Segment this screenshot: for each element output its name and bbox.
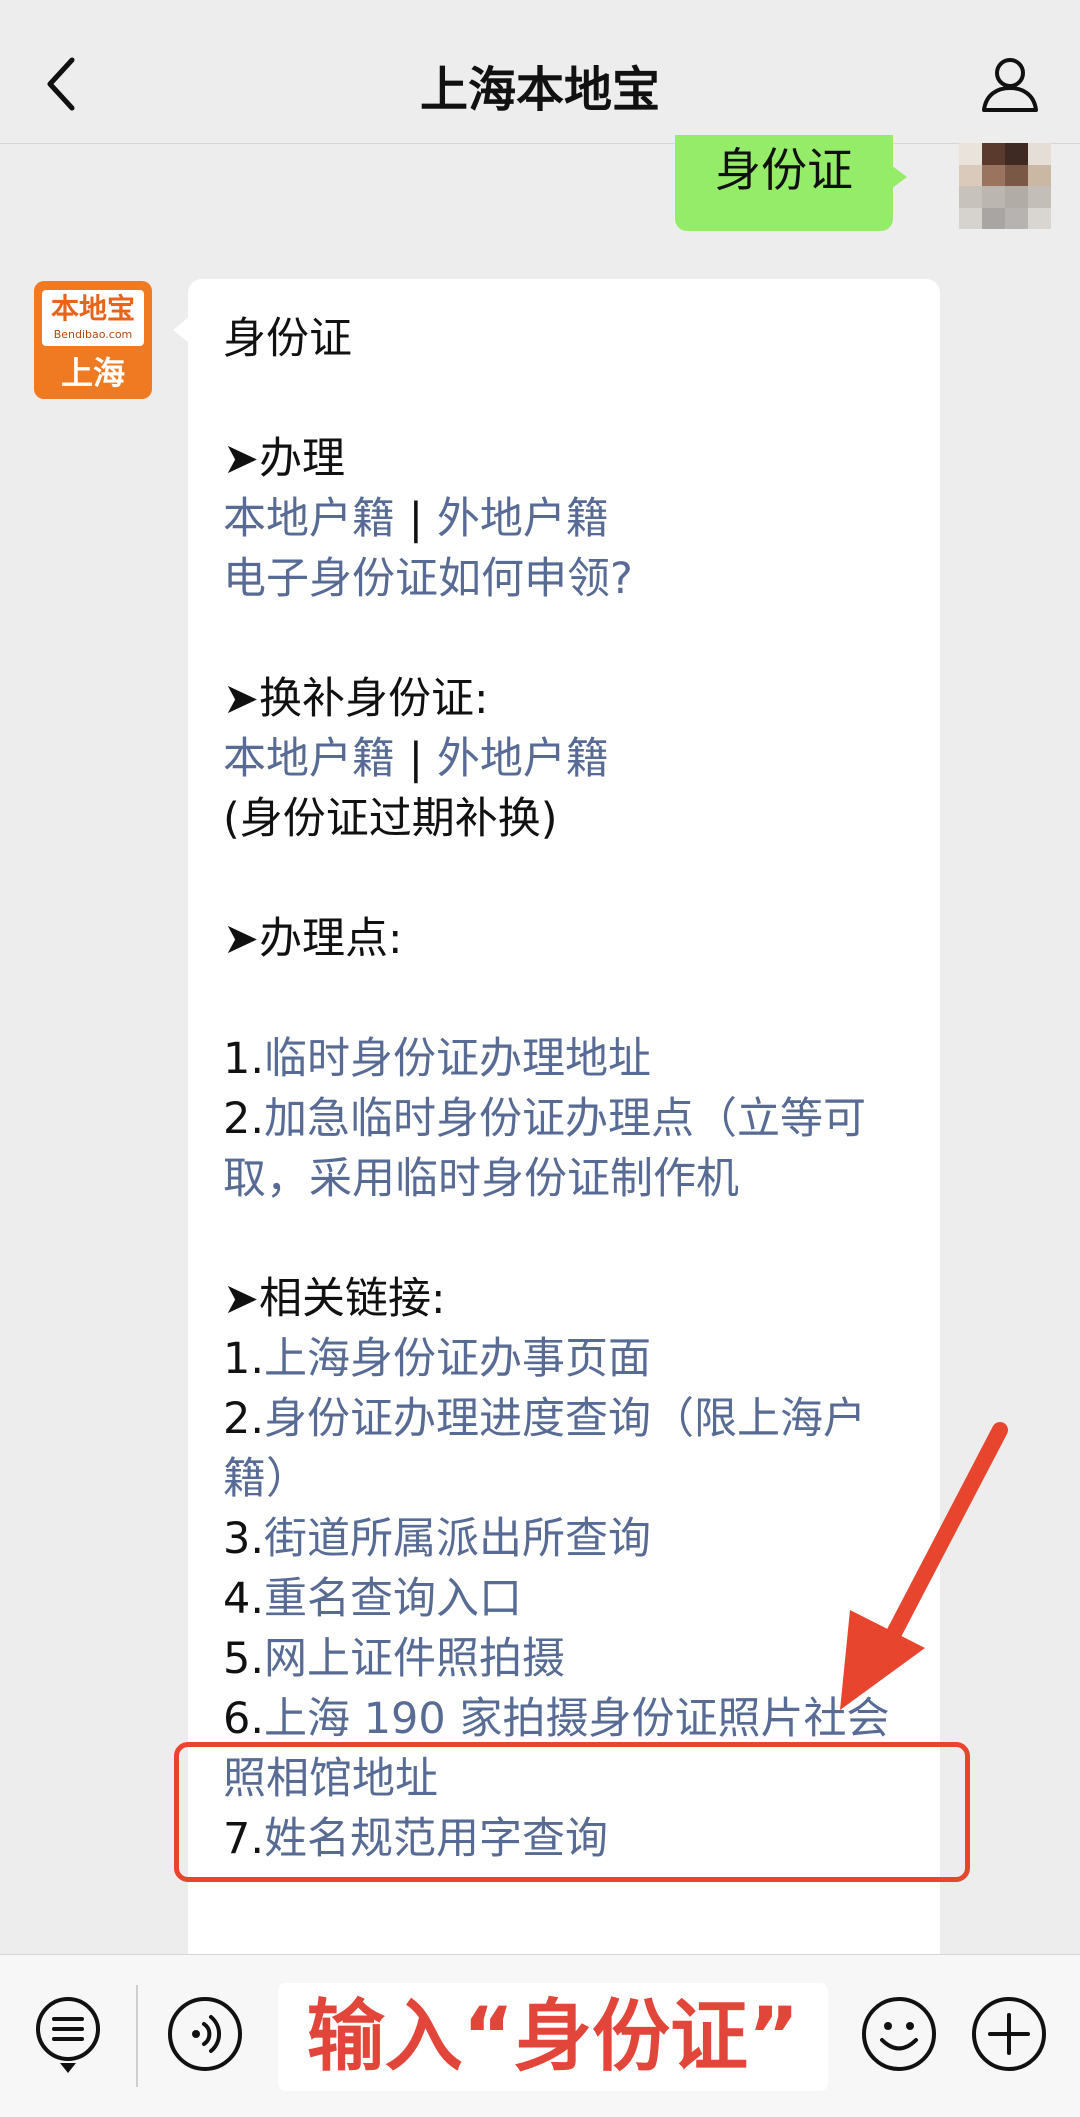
sent-message-bubble[interactable]: 身份证 — [675, 135, 907, 231]
emoji-icon[interactable] — [860, 1995, 938, 2073]
top-nav-bar: 上海本地宝 — [0, 0, 1080, 144]
list-number: 2. — [223, 1394, 265, 1444]
related-link-4: 4.重名查询入口 — [223, 1569, 913, 1629]
page-title: 上海本地宝 — [419, 62, 660, 118]
message-input[interactable]: 输入“身份证” — [278, 1983, 828, 2091]
link-temp-id-address[interactable]: 临时身份证办理地址 — [264, 1034, 651, 1084]
user-avatar[interactable] — [959, 143, 1051, 229]
replace-links-row: 本地户籍 | 外地户籍 — [223, 729, 913, 789]
logo-text: 本地宝 — [50, 292, 135, 325]
voice-icon[interactable] — [166, 1995, 244, 2073]
list-number: 3. — [223, 1514, 265, 1564]
highlight-box — [174, 1742, 970, 1882]
section-title-replace: ➤换补身份证: — [223, 674, 489, 724]
link-separator: | — [395, 494, 437, 544]
link-id-service-page[interactable]: 上海身份证办事页面 — [264, 1334, 651, 1384]
section-title-locations: ➤办理点: — [223, 914, 403, 964]
link-separator: | — [395, 734, 437, 784]
list-number: 2. — [223, 1094, 265, 1144]
link-progress-query[interactable]: 身份证办理进度查询（限上海户籍） — [223, 1394, 866, 1504]
divider — [136, 1985, 138, 2087]
logo-badge: 本地宝 Bendibao.com — [42, 290, 144, 346]
bottom-input-bar: 输入“身份证” — [0, 1954, 1080, 2117]
red-arrow-icon — [840, 1422, 1008, 1710]
link-police-station-query[interactable]: 街道所属派出所查询 — [264, 1514, 651, 1564]
link-replace-nonlocal[interactable]: 外地户籍 — [437, 734, 609, 784]
section-title-apply: ➤办理 — [223, 434, 346, 484]
link-electronic-id[interactable]: 电子身份证如何申领? — [223, 549, 913, 609]
reply-heading: 身份证 — [223, 314, 352, 364]
link-replace-local[interactable]: 本地户籍 — [223, 734, 395, 784]
reply-content: 身份证 ➤办理 本地户籍 | 外地户籍 电子身份证如何申领? ➤换补身份证: 本… — [223, 309, 913, 1869]
related-link-3: 3.街道所属派出所查询 — [223, 1509, 913, 1569]
link-nonlocal-household[interactable]: 外地户籍 — [437, 494, 609, 544]
link-duplicate-name-query[interactable]: 重名查询入口 — [264, 1574, 522, 1624]
list-number: 1. — [223, 1334, 265, 1384]
section-title-related-links: ➤相关链接: — [223, 1274, 446, 1324]
link-online-id-photo[interactable]: 网上证件照拍摄 — [264, 1634, 565, 1684]
location-item-1: 1.临时身份证办理地址 — [223, 1029, 913, 1089]
menu-icon[interactable] — [32, 1995, 104, 2075]
input-overlay-text: 输入“身份证” — [306, 1992, 800, 2082]
sent-message-text: 身份证 — [715, 143, 853, 197]
list-number: 4. — [223, 1574, 265, 1624]
list-number: 1. — [223, 1034, 265, 1084]
related-link-1: 1.上海身份证办事页面 — [223, 1329, 913, 1389]
list-number: 6. — [223, 1694, 265, 1744]
location-item-2: 2.加急临时身份证办理点（立等可取，采用临时身份证制作机 — [223, 1089, 913, 1209]
logo-city: 上海 — [60, 354, 125, 392]
link-local-household[interactable]: 本地户籍 — [223, 494, 395, 544]
plus-icon[interactable] — [970, 1995, 1048, 2073]
related-link-2: 2.身份证办理进度查询（限上海户籍） — [223, 1389, 913, 1509]
replace-note: (身份证过期补换) — [223, 794, 558, 844]
person-icon[interactable] — [978, 52, 1042, 116]
account-avatar-logo[interactable]: 本地宝 Bendibao.com 上海 — [34, 281, 152, 399]
apply-links-row: 本地户籍 | 外地户籍 — [223, 489, 913, 549]
related-link-5: 5.网上证件照拍摄 — [223, 1629, 913, 1689]
link-urgent-temp-id[interactable]: 加急临时身份证办理点（立等可取，采用临时身份证制作机 — [223, 1094, 866, 1204]
list-number: 5. — [223, 1634, 265, 1684]
logo-subtext: Bendibao.com — [53, 328, 133, 341]
